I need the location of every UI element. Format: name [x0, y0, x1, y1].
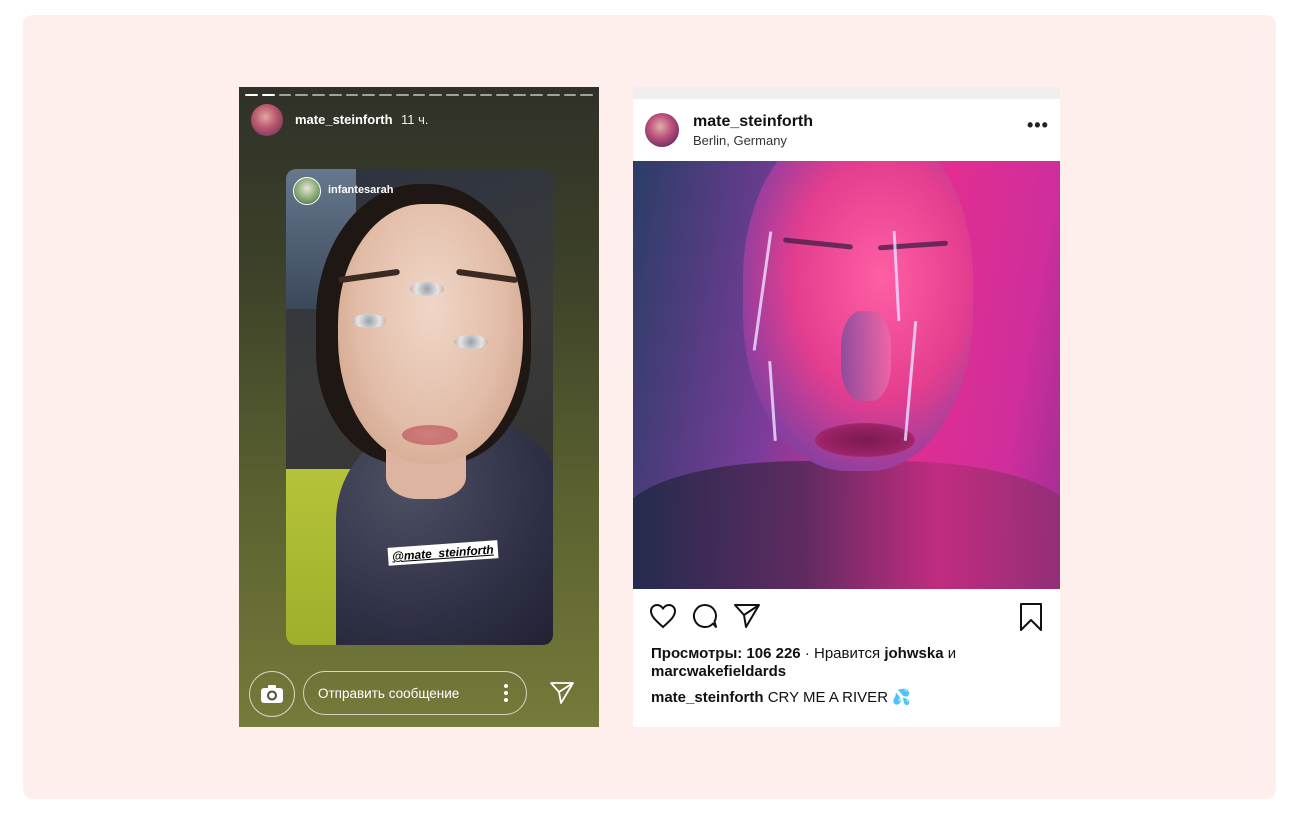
heart-icon[interactable] [649, 603, 677, 629]
post-username[interactable]: mate_steinforth [693, 113, 813, 131]
post-actions [649, 602, 761, 630]
comment-icon[interactable] [691, 602, 719, 630]
inner-story-avatar [293, 177, 321, 205]
message-placeholder: Отправить сообщение [318, 685, 460, 701]
story-timestamp: 11 ч. [401, 112, 429, 127]
more-vertical-icon[interactable] [504, 684, 508, 702]
caption-username[interactable]: mate_steinforth [651, 689, 764, 706]
post-location[interactable]: Berlin, Germany [693, 133, 787, 148]
camera-button[interactable] [249, 671, 295, 717]
share-icon[interactable] [733, 603, 761, 629]
message-input[interactable]: Отправить сообщение [303, 671, 527, 715]
post-avatar[interactable] [645, 113, 679, 147]
more-options-icon[interactable]: ••• [1027, 115, 1049, 136]
caption-text: CRY ME A RIVER 💦 [763, 689, 911, 706]
views-and-likes: Просмотры: 106 226 · Нравится johwska иm… [651, 645, 957, 680]
instagram-story: mate_steinforth 11 ч. infantesarah @mate… [239, 87, 599, 727]
post-caption: mate_steinforth CRY ME A RIVER 💦 [651, 688, 911, 706]
story-avatar[interactable] [251, 104, 283, 136]
bookmark-icon[interactable] [1019, 602, 1043, 632]
views-count: Просмотры: 106 226 [651, 645, 801, 662]
camera-icon [261, 685, 283, 703]
reposted-story-card[interactable]: infantesarah @mate_steinforth [286, 169, 553, 645]
story-progress-bar [245, 94, 594, 96]
instagram-post: mate_steinforth Berlin, Germany ••• Прос… [633, 87, 1060, 727]
send-icon[interactable] [549, 681, 575, 705]
inner-story-username: infantesarah [328, 184, 394, 196]
liker-1[interactable]: johwska [884, 645, 943, 662]
story-username[interactable]: mate_steinforth [295, 112, 393, 127]
post-photo[interactable] [633, 161, 1060, 589]
liker-2[interactable]: marcwakefieldards [651, 663, 786, 680]
